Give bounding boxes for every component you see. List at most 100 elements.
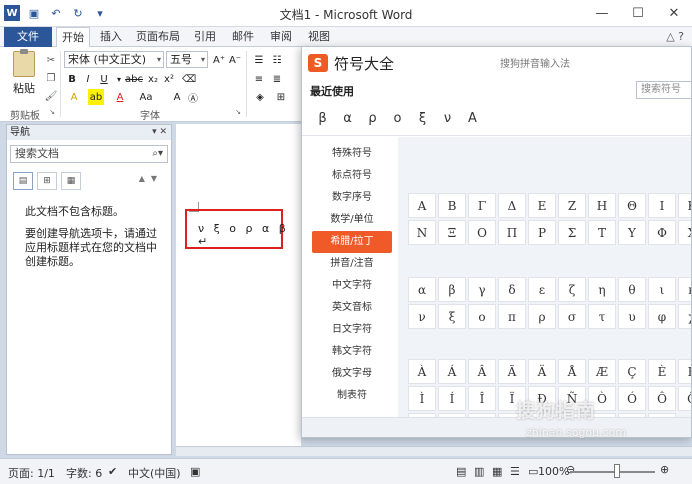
zoom-out-icon[interactable]: ⊖	[566, 463, 575, 476]
format-painter-icon[interactable]: 🖌	[44, 89, 58, 103]
symbol-cell[interactable]: Ä	[528, 359, 556, 384]
italic-button[interactable]: I	[82, 71, 94, 87]
tab-mailings[interactable]: 邮件	[226, 27, 260, 47]
align-center-icon[interactable]: ≣	[270, 71, 284, 87]
draft-icon[interactable]: ▭	[528, 465, 538, 478]
symbol-cell[interactable]: Ν	[408, 220, 436, 245]
enclose-char-icon[interactable]: Ⓐ	[186, 89, 200, 105]
results-view-icon[interactable]: ▦	[61, 172, 81, 190]
symbol-cell[interactable]: Σ	[558, 220, 586, 245]
search-icon[interactable]: ⌕▾	[152, 146, 163, 162]
category-item[interactable]: 拼音/注音	[312, 253, 392, 275]
shading-icon[interactable]: ◈	[252, 89, 268, 105]
print-layout-icon[interactable]: ▤	[456, 465, 466, 478]
recent-symbol[interactable]: α	[335, 107, 360, 129]
recent-symbol[interactable]: ο	[385, 107, 410, 129]
paste-button[interactable]: 粘贴	[10, 49, 38, 96]
char-shading-icon[interactable]: A	[170, 89, 184, 105]
symbol-cell[interactable]: Ã	[498, 359, 526, 384]
symbol-cell[interactable]: ζ	[558, 277, 586, 302]
symbol-cell[interactable]: Υ	[618, 220, 646, 245]
symbol-cell[interactable]: Å	[558, 359, 586, 384]
symbol-cell[interactable]: ο	[468, 304, 496, 329]
zoom-slider-thumb[interactable]	[614, 464, 620, 478]
shrink-font-icon[interactable]: A⁻	[228, 52, 242, 68]
document-text[interactable]: ν ξ ο ρ α β ↵	[198, 222, 301, 248]
borders-icon[interactable]: ⊞	[274, 89, 288, 105]
cut-icon[interactable]: ✂	[44, 53, 58, 67]
symbol-search-input[interactable]: 搜索符号	[636, 81, 691, 99]
symbol-cell[interactable]: Ì	[408, 386, 436, 411]
nav-prev-next-icon[interactable]: ▲▼	[139, 174, 163, 183]
category-item[interactable]: 特殊符号	[312, 143, 392, 165]
nav-close-icon[interactable]: ▾ ✕	[152, 125, 167, 140]
chevron-down-icon[interactable]: ▾	[114, 71, 124, 87]
symbol-cell[interactable]: Χ	[678, 220, 691, 245]
tab-review[interactable]: 审阅	[264, 27, 298, 47]
category-item[interactable]: 俄文字母	[312, 363, 392, 385]
minimize-button[interactable]: —	[584, 0, 620, 26]
symbol-cell[interactable]: β	[438, 277, 466, 302]
symbol-cell[interactable]: Ó	[618, 386, 646, 411]
page-count[interactable]: 页面: 1/1	[8, 465, 55, 481]
headings-view-icon[interactable]: ▤	[13, 172, 33, 190]
symbol-cell[interactable]: τ	[588, 304, 616, 329]
symbol-cell[interactable]: Á	[438, 359, 466, 384]
tab-home[interactable]: 开始	[56, 27, 90, 48]
bold-button[interactable]: B	[66, 71, 78, 87]
category-item[interactable]: 英文音标	[312, 297, 392, 319]
superscript-button[interactable]: x²	[162, 71, 176, 87]
symbol-cell[interactable]: δ	[498, 277, 526, 302]
language-indicator[interactable]: 中文(中国)	[128, 465, 181, 481]
bullets-icon[interactable]: ☰	[252, 52, 266, 68]
change-case-icon[interactable]: Aa	[138, 89, 154, 105]
font-color-icon[interactable]: A	[112, 89, 128, 105]
category-item[interactable]: 制表符	[312, 385, 392, 407]
proofing-icon[interactable]: ✔	[108, 465, 117, 478]
symbol-cell[interactable]: η	[588, 277, 616, 302]
pages-view-icon[interactable]: ⊞	[37, 172, 57, 190]
symbol-cell[interactable]: Α	[408, 193, 436, 218]
symbol-cell[interactable]: Η	[588, 193, 616, 218]
category-item[interactable]: 数字序号	[312, 187, 392, 209]
symbol-cell[interactable]: Ο	[468, 220, 496, 245]
symbol-cell[interactable]: Κ	[678, 193, 691, 218]
symbol-cell[interactable]: ρ	[528, 304, 556, 329]
category-item[interactable]: 日文字符	[312, 319, 392, 341]
recent-symbol[interactable]: ξ	[410, 107, 435, 129]
symbol-cell[interactable]: π	[498, 304, 526, 329]
category-item[interactable]: 数学/单位	[312, 209, 392, 231]
align-left-icon[interactable]: ≡	[252, 71, 266, 87]
copy-icon[interactable]: ❐	[44, 71, 58, 85]
web-layout-icon[interactable]: ▦	[492, 465, 502, 478]
clear-format-icon[interactable]: ⌫	[182, 71, 196, 87]
strikethrough-button[interactable]: abc	[125, 71, 143, 87]
recent-symbol[interactable]: ν	[435, 107, 460, 129]
symbol-cell[interactable]: Τ	[588, 220, 616, 245]
symbol-cell[interactable]: Φ	[648, 220, 676, 245]
zoom-slider[interactable]	[570, 471, 655, 473]
recent-symbol[interactable]: ρ	[360, 107, 385, 129]
symbol-cell[interactable]: Ç	[618, 359, 646, 384]
symbol-cell[interactable]: χ	[678, 304, 691, 329]
symbol-cell[interactable]: ν	[408, 304, 436, 329]
symbol-cell[interactable]: α	[408, 277, 436, 302]
nav-search-input[interactable]: 搜索文档 ⌕▾	[10, 145, 168, 163]
numbering-icon[interactable]: ☷	[270, 52, 284, 68]
symbol-cell[interactable]: Δ	[498, 193, 526, 218]
word-count[interactable]: 字数: 6	[66, 465, 102, 481]
symbol-cell[interactable]: κ	[678, 277, 691, 302]
symbol-cell[interactable]: Β	[438, 193, 466, 218]
symbol-cell[interactable]: ε	[528, 277, 556, 302]
symbol-cell[interactable]: Í	[438, 386, 466, 411]
category-item[interactable]: 希腊/拉丁	[312, 231, 392, 253]
symbol-cell[interactable]: Θ	[618, 193, 646, 218]
zoom-in-icon[interactable]: ⊕	[660, 463, 669, 476]
ribbon-controls-icon[interactable]: △ ?	[666, 30, 684, 43]
tab-page-layout[interactable]: 页面布局	[132, 27, 184, 47]
highlight-icon[interactable]: ab	[88, 89, 104, 105]
symbol-cell[interactable]: Ζ	[558, 193, 586, 218]
grow-font-icon[interactable]: A⁺	[212, 52, 226, 68]
underline-button[interactable]: U	[98, 71, 110, 87]
font-launcher-icon[interactable]: ↘	[234, 107, 242, 117]
